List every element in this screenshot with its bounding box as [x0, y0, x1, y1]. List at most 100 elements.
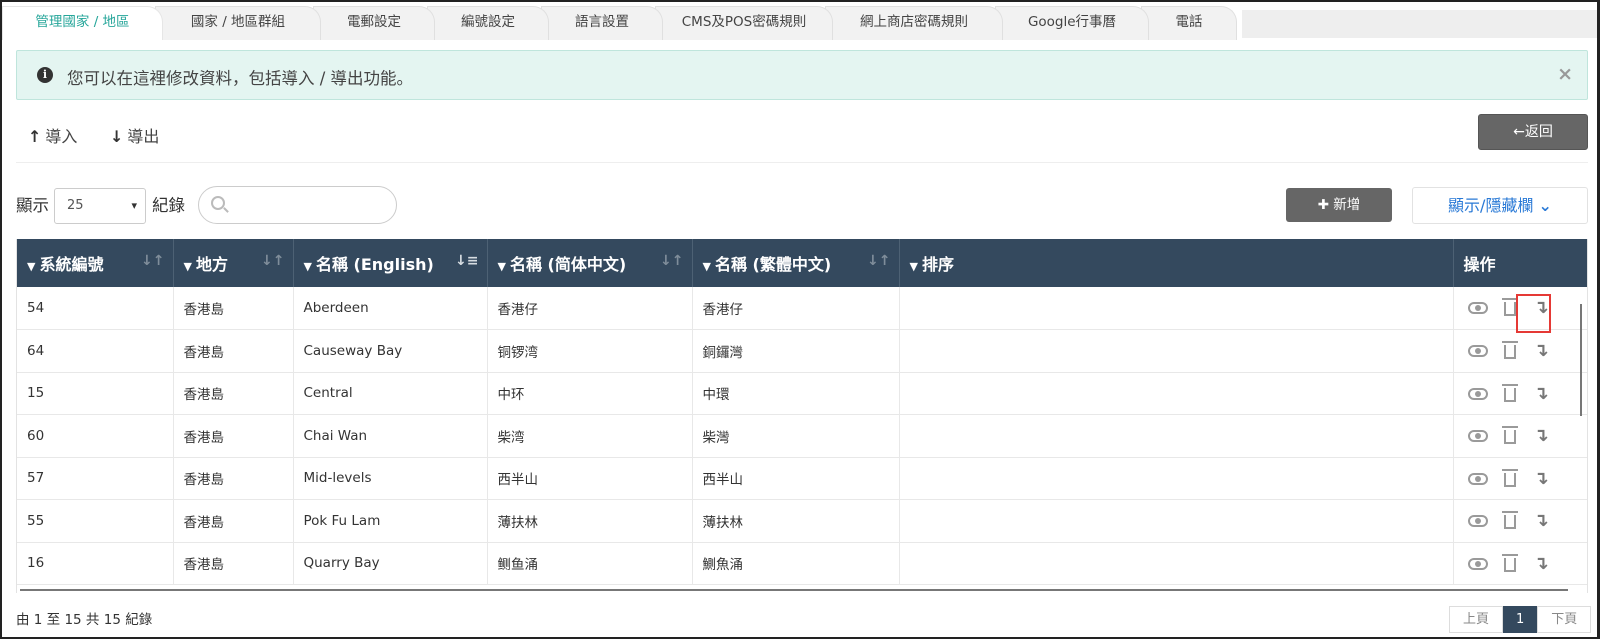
eye-icon[interactable]: [1467, 387, 1488, 400]
data-table: ▼ 系統編號 ↓↑ ▼ 地方 ↓↑ ▼ 名稱 (English) ↓≡ ▼ 名稱 (简体中文)…: [16, 239, 1588, 593]
cell-name-tc: 鰂魚涌: [692, 542, 900, 585]
add-button[interactable]: ✚ 新增: [1286, 188, 1392, 222]
col-header-place[interactable]: ▼ 地方 ↓↑: [173, 239, 294, 287]
sort-icon[interactable]: ↓↑: [261, 253, 284, 269]
eye-icon[interactable]: [1467, 515, 1488, 527]
table-row: 54 香港島 Aberdeen 香港仔 香港仔 ↴: [17, 287, 1587, 330]
move-icon[interactable]: ↴: [1534, 340, 1549, 361]
arrow-up-icon: ↑: [28, 127, 42, 146]
prev-page-button[interactable]: 上頁: [1449, 606, 1504, 633]
sort-icon[interactable]: ↓↑: [141, 253, 164, 269]
filter-icon[interactable]: ▼: [703, 260, 711, 273]
trash-icon[interactable]: [1501, 426, 1518, 444]
move-icon[interactable]: ↴: [1534, 468, 1549, 489]
trash-icon[interactable]: [1501, 553, 1518, 572]
table-row: 57 香港島 Mid-levels 西半山 西半山 ↴: [17, 457, 1587, 500]
arrow-left-icon: ←: [1513, 124, 1525, 140]
cell-actions: ↴: [1453, 499, 1587, 543]
move-icon[interactable]: ↴: [1534, 425, 1549, 446]
table-row: 55 香港島 Pok Fu Lam 薄扶林 薄扶林 ↴: [17, 499, 1587, 543]
tab-google-calendar[interactable]: Google行事曆: [995, 6, 1149, 40]
cell-id: 15: [17, 372, 174, 415]
filter-icon[interactable]: ▼: [184, 260, 192, 273]
eye-icon[interactable]: [1467, 345, 1488, 357]
horizontal-scrollbar[interactable]: [20, 589, 1568, 591]
trash-icon[interactable]: [1501, 383, 1518, 402]
cell-name-tc: 香港仔: [692, 287, 900, 330]
search-icon: [211, 196, 225, 210]
cell-actions: ↴: [1453, 457, 1587, 500]
eye-icon[interactable]: [1467, 557, 1488, 570]
sort-icon[interactable]: ↓↑: [660, 253, 683, 269]
filter-icon[interactable]: ▼: [498, 260, 506, 273]
cell-place: 香港島: [173, 542, 294, 585]
tab-language[interactable]: 語言設置: [541, 6, 663, 40]
cell-name-en: Aberdeen: [293, 287, 488, 330]
trash-icon[interactable]: [1501, 298, 1518, 316]
trash-icon[interactable]: [1501, 341, 1518, 359]
cell-place: 香港島: [173, 457, 294, 500]
table-row: 60 香港島 Chai Wan 柴湾 柴灣 ↴: [17, 414, 1587, 458]
cell-order: [899, 499, 1454, 543]
search-input[interactable]: [198, 186, 397, 224]
import-link[interactable]: ↑ 導入: [28, 123, 77, 147]
move-icon[interactable]: ↴: [1534, 297, 1549, 318]
app-frame: 電話 Google行事曆 網上商店密碼規則 CMS及POS密碼規則 語言設置 編…: [0, 0, 1600, 639]
eye-icon[interactable]: [1467, 302, 1488, 314]
sort-icon[interactable]: ↓↑: [867, 253, 890, 269]
col-header-name-sc[interactable]: ▼ 名稱 (简体中文) ↓↑: [487, 239, 693, 287]
cell-order: [899, 414, 1454, 458]
tab-phone[interactable]: 電話: [1141, 6, 1237, 40]
toggle-columns-button[interactable]: 顯示/隱藏欄 ⌄: [1412, 187, 1588, 224]
tab-cms-pos-password[interactable]: CMS及POS密碼規則: [655, 6, 833, 40]
cell-actions: ↴: [1453, 372, 1587, 415]
cell-name-en: Causeway Bay: [293, 329, 488, 373]
tab-region-groups[interactable]: 國家 / 地區群組: [155, 6, 321, 40]
trash-icon[interactable]: [1501, 468, 1518, 487]
tab-manage-regions[interactable]: 管理國家 / 地區: [2, 6, 163, 40]
filter-icon[interactable]: ▼: [910, 260, 918, 273]
col-header-id[interactable]: ▼ 系統編號 ↓↑: [17, 239, 174, 287]
cell-actions: ↴: [1453, 414, 1587, 458]
cell-id: 55: [17, 499, 174, 543]
col-header-name-tc[interactable]: ▼ 名稱 (繁體中文) ↓↑: [692, 239, 900, 287]
col-header-name-en[interactable]: ▼ 名稱 (English) ↓≡: [293, 239, 488, 287]
eye-icon[interactable]: [1467, 430, 1488, 442]
tab-numbering[interactable]: 編號設定: [427, 6, 549, 40]
vertical-scrollbar[interactable]: [1580, 304, 1582, 416]
tab-email[interactable]: 電郵設定: [313, 6, 435, 40]
table-row: 15 香港島 Central 中环 中環 ↴: [17, 372, 1587, 415]
eye-icon[interactable]: [1467, 472, 1488, 485]
cell-place: 香港島: [173, 499, 294, 543]
cell-place: 香港島: [173, 372, 294, 415]
page-length-select[interactable]: 25 ▾: [54, 188, 146, 224]
export-link[interactable]: ↓ 導出: [110, 123, 159, 147]
cell-id: 60: [17, 414, 174, 458]
col-header-order[interactable]: ▼ 排序: [899, 239, 1454, 287]
next-page-button[interactable]: 下頁: [1537, 606, 1592, 633]
sort-asc-icon[interactable]: ↓≡: [455, 253, 478, 269]
cell-actions: ↴: [1453, 287, 1587, 330]
alert-text: 您可以在這裡修改資料，包括導入 / 導出功能。: [67, 69, 414, 88]
trash-icon[interactable]: [1501, 511, 1518, 529]
divider: [16, 162, 1588, 163]
move-icon[interactable]: ↴: [1534, 553, 1549, 574]
cell-name-tc: 中環: [692, 372, 900, 415]
filter-icon[interactable]: ▼: [304, 260, 312, 273]
cell-order: [899, 329, 1454, 373]
cell-id: 57: [17, 457, 174, 500]
cell-order: [899, 457, 1454, 500]
close-icon[interactable]: ×: [1557, 63, 1573, 85]
pagination: 上頁 1 下頁: [1449, 606, 1592, 633]
back-button[interactable]: ←返回: [1478, 114, 1588, 150]
length-suffix: 紀錄: [152, 196, 185, 215]
move-icon[interactable]: ↴: [1534, 510, 1549, 531]
filter-icon[interactable]: ▼: [27, 260, 35, 273]
tab-webstore-password[interactable]: 網上商店密碼規則: [825, 6, 1003, 40]
page-1-button[interactable]: 1: [1503, 606, 1538, 633]
move-icon[interactable]: ↴: [1534, 383, 1549, 404]
cell-order: [899, 372, 1454, 415]
plus-icon: ✚: [1317, 197, 1329, 213]
cell-name-sc: 柴湾: [487, 414, 693, 458]
cell-name-sc: 中环: [487, 372, 693, 415]
